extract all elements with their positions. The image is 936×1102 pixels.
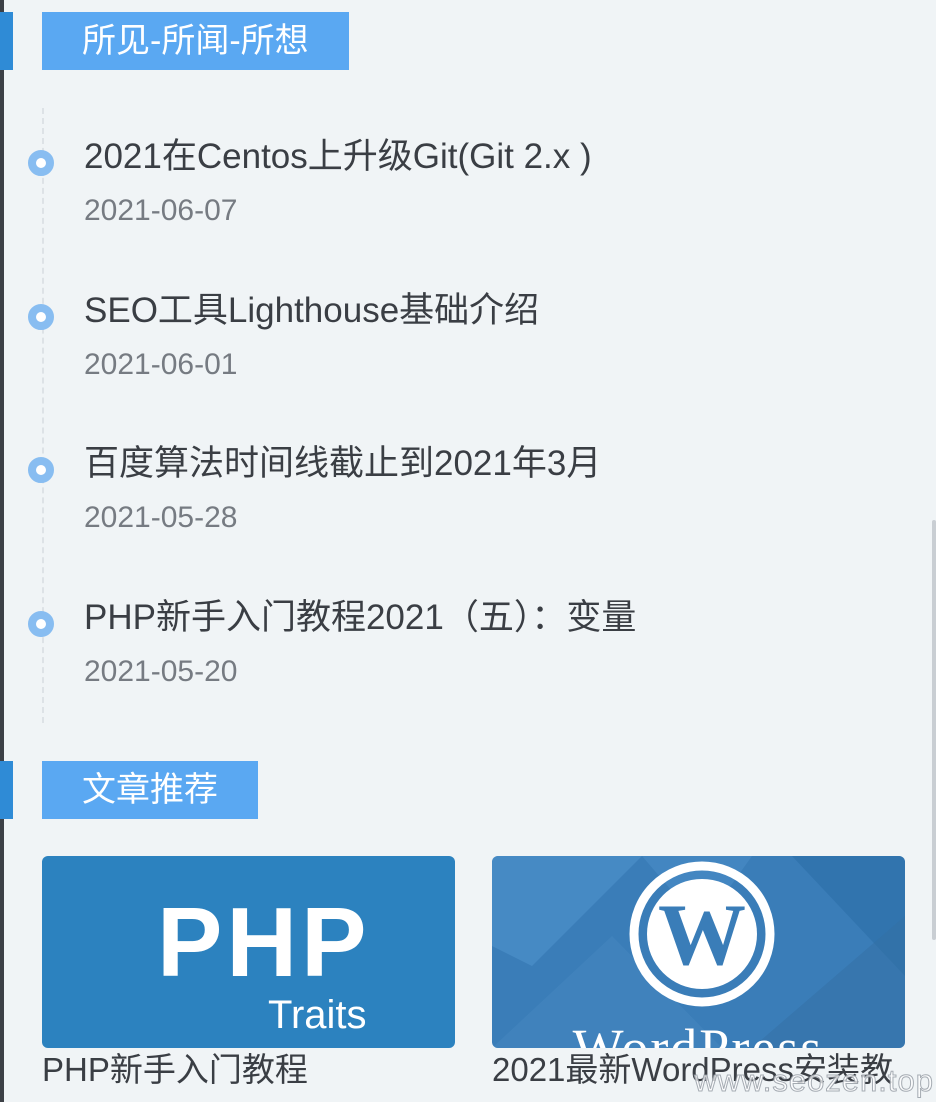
- card-thumbnail[interactable]: W WordPress: [492, 856, 905, 1048]
- timeline-dot-icon: [28, 611, 54, 637]
- section-title: 文章推荐: [42, 761, 258, 819]
- php-logo-icon: PHP Traits: [42, 856, 455, 1048]
- section-accent-bar: [0, 12, 13, 70]
- php-logo-subtext: Traits: [268, 993, 367, 1037]
- watermark: www.seozen.top: [694, 1063, 934, 1098]
- wordpress-logo-text: WordPress: [573, 1018, 824, 1048]
- post-date: 2021-06-07: [84, 194, 238, 227]
- svg-text:W: W: [658, 887, 746, 984]
- card-thumbnail[interactable]: PHP Traits: [42, 856, 455, 1048]
- php-logo-text: PHP: [157, 887, 371, 997]
- timeline-item: 2021在Centos上升级Git(Git 2.x ) 2021-06-07: [0, 136, 900, 246]
- recommend-card-php[interactable]: PHP Traits PHP新手入门教程: [42, 856, 455, 1102]
- post-date: 2021-05-20: [84, 655, 238, 688]
- post-date: 2021-05-28: [84, 501, 238, 534]
- timeline-item: 百度算法时间线截止到2021年3月 2021-05-28: [0, 443, 900, 553]
- timeline-dot-icon: [28, 457, 54, 483]
- post-title-link[interactable]: 百度算法时间线截止到2021年3月: [84, 443, 601, 485]
- timeline-dot-icon: [28, 150, 54, 176]
- post-title-link[interactable]: 2021在Centos上升级Git(Git 2.x ): [84, 136, 592, 178]
- timeline-dot-icon: [28, 304, 54, 330]
- post-title-link[interactable]: SEO工具Lighthouse基础介绍: [84, 290, 539, 332]
- timeline-item: SEO工具Lighthouse基础介绍 2021-06-01: [0, 290, 900, 400]
- timeline-item: PHP新手入门教程2021（五）：变量 2021-05-20: [0, 597, 900, 707]
- section-accent-bar: [0, 761, 13, 819]
- card-title[interactable]: PHP新手入门教程: [42, 1048, 308, 1092]
- wordpress-logo-icon: W WordPress: [492, 856, 905, 1048]
- post-title-link[interactable]: PHP新手入门教程2021（五）：变量: [84, 597, 636, 639]
- post-date: 2021-06-01: [84, 348, 238, 381]
- section-title: 所见-所闻-所想: [42, 12, 349, 70]
- scrollbar[interactable]: [932, 520, 936, 940]
